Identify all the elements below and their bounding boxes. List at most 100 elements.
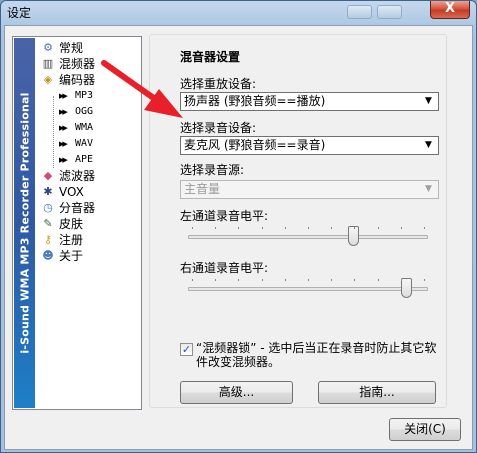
- slider-thumb[interactable]: [348, 226, 359, 246]
- nav-item-mixer[interactable]: ▥ 混频器: [37, 56, 141, 72]
- slider-tick: [354, 227, 355, 229]
- slider-tick: [401, 279, 402, 281]
- nav-item-encoder[interactable]: ◈ 编码器: [37, 72, 141, 88]
- title-bar[interactable]: 设定 X: [1, 1, 476, 23]
- slider-track: [188, 235, 428, 239]
- record-device-select[interactable]: 麦克风 (野狼音频==录音) ▼: [180, 136, 439, 155]
- expand-arrow-icon: ▶▶: [59, 156, 68, 164]
- slider-tick: [215, 227, 216, 229]
- slider-tick: [331, 227, 332, 229]
- nav-subitem-label: WMA: [75, 122, 94, 133]
- nav-item-label: 注册: [59, 233, 84, 247]
- settings-window: 设定 X i-Sound WMA MP3 Recorder Profession…: [0, 0, 477, 453]
- mixer-settings-group: 混音器设置 选择重放设备: 扬声器 (野狼音频==播放) ▼ 选择录音设备: 麦…: [149, 34, 447, 408]
- slider-thumb[interactable]: [401, 278, 412, 298]
- guide-button[interactable]: 指南...: [318, 381, 436, 404]
- playback-device-select[interactable]: 扬声器 (野狼音频==播放) ▼: [180, 92, 439, 111]
- slider-tick: [424, 279, 425, 281]
- slider-tick: [308, 227, 309, 229]
- nav-item-filter[interactable]: ◆ 滤波器: [37, 168, 141, 184]
- playback-device-value: 扬声器 (野狼音频==播放): [184, 94, 326, 108]
- slider-tick: [215, 279, 216, 281]
- nav-item-label: 滤波器: [59, 169, 96, 183]
- slider-tick: [354, 279, 355, 281]
- close-dialog-button[interactable]: 关闭(C): [389, 418, 461, 441]
- slider-tick: [424, 227, 425, 229]
- nav-item-label: 编码器: [59, 73, 96, 87]
- chevron-down-icon: ▼: [425, 96, 432, 106]
- skin-icon: ✎: [43, 217, 53, 230]
- slider-tick: [378, 227, 379, 229]
- slider-tick: [285, 227, 286, 229]
- nav-item-key[interactable]: ⚷ 注册: [37, 232, 141, 248]
- nav-subitem-ogg[interactable]: ▶▶ OGG: [37, 104, 141, 120]
- mixer-icon: ▥: [42, 57, 54, 70]
- record-source-label: 选择录音源:: [180, 163, 245, 177]
- product-banner: i-Sound WMA MP3 Recorder Professional: [14, 38, 35, 408]
- mixer-lock-text: “混频器锁” - 选中后当正在录音时防止其它软件改变混频器。: [196, 341, 437, 369]
- slider-tick: [262, 227, 263, 229]
- nav-item-label: VOX: [59, 185, 84, 199]
- nav-item-vox[interactable]: ✱ VOX: [37, 184, 141, 200]
- expand-arrow-icon: ▶▶: [59, 108, 68, 116]
- nav-subitem-label: MP3: [75, 90, 94, 101]
- nav-subitem-wav[interactable]: ▶▶ WAV: [37, 136, 141, 152]
- nav-item-gear[interactable]: ⚙ 常规: [37, 40, 141, 56]
- nav-item-splitter[interactable]: ◷ 分音器: [37, 200, 141, 216]
- banner-text: i-Sound WMA MP3 Recorder Professional: [18, 92, 31, 354]
- nav-subitem-wma[interactable]: ▶▶ WMA: [37, 120, 141, 136]
- slider-track: [188, 287, 428, 291]
- slider-tick: [331, 279, 332, 281]
- left-level-slider[interactable]: [188, 225, 428, 249]
- settings-nav-tree[interactable]: i-Sound WMA MP3 Recorder Professional ⚙ 常…: [12, 36, 142, 410]
- chevron-down-icon: ▼: [425, 184, 432, 194]
- client-area: i-Sound WMA MP3 Recorder Professional ⚙ 常…: [4, 25, 473, 450]
- minimize-button-ghost: [347, 5, 372, 19]
- right-level-slider[interactable]: [188, 277, 428, 301]
- nav-subitem-ape[interactable]: ▶▶ APE: [37, 152, 141, 168]
- nav-item-label: 分音器: [59, 201, 96, 215]
- chevron-down-icon: ▼: [425, 140, 432, 150]
- users-icon: ☻: [42, 249, 54, 262]
- group-title: 混音器设置: [180, 50, 241, 64]
- slider-tick: [378, 279, 379, 281]
- nav-subitem-mp3[interactable]: ▶▶ MP3: [37, 88, 141, 104]
- nav-tree-list: ⚙ 常规 ▥ 混频器 ◈ 编码器 ▶▶ MP3 ▶▶ OGG ▶▶ WMA ▶▶ WAV ▶▶ APE ◆ 滤波器…: [37, 40, 141, 264]
- nav-subitem-label: OGG: [75, 106, 94, 117]
- slider-tick: [192, 227, 193, 229]
- slider-tick: [401, 227, 402, 229]
- close-button[interactable]: X: [430, 1, 470, 19]
- filter-icon: ◆: [43, 169, 53, 182]
- left-level-label: 左通道录音电平:: [180, 209, 269, 223]
- slider-tick: [192, 279, 193, 281]
- slider-tick: [262, 279, 263, 281]
- expand-arrow-icon: ▶▶: [59, 92, 68, 100]
- splitter-icon: ◷: [43, 201, 53, 214]
- mixer-lock-checkbox[interactable]: ✓: [180, 343, 193, 356]
- key-icon: ⚷: [43, 233, 53, 246]
- nav-item-label: 常规: [59, 41, 84, 55]
- expand-arrow-icon: ▶▶: [59, 124, 68, 132]
- maximize-button-ghost: [377, 5, 402, 19]
- nav-item-label: 关于: [59, 249, 84, 263]
- slider-tick: [238, 279, 239, 281]
- nav-item-label: 皮肤: [59, 217, 84, 231]
- expand-arrow-icon: ▶▶: [59, 140, 68, 148]
- gear-icon: ⚙: [43, 41, 53, 54]
- slider-tick: [308, 279, 309, 281]
- playback-device-label: 选择重放设备:: [180, 77, 257, 91]
- record-device-value: 麦克风 (野狼音频==录音): [184, 138, 326, 152]
- nav-item-label: 混频器: [59, 57, 96, 71]
- record-device-label: 选择录音设备:: [180, 121, 257, 135]
- nav-item-users[interactable]: ☻ 关于: [37, 248, 141, 264]
- nav-item-skin[interactable]: ✎ 皮肤: [37, 216, 141, 232]
- nav-subitem-label: WAV: [75, 138, 94, 149]
- right-level-label: 右通道录音电平:: [180, 261, 269, 275]
- slider-tick: [238, 227, 239, 229]
- encoder-icon: ◈: [43, 73, 53, 86]
- nav-subitem-label: APE: [75, 154, 94, 165]
- record-source-select[interactable]: 主音量 ▼: [180, 180, 439, 199]
- advanced-button[interactable]: 高级...: [180, 381, 293, 404]
- slider-tick: [285, 279, 286, 281]
- window-title: 设定: [7, 6, 32, 20]
